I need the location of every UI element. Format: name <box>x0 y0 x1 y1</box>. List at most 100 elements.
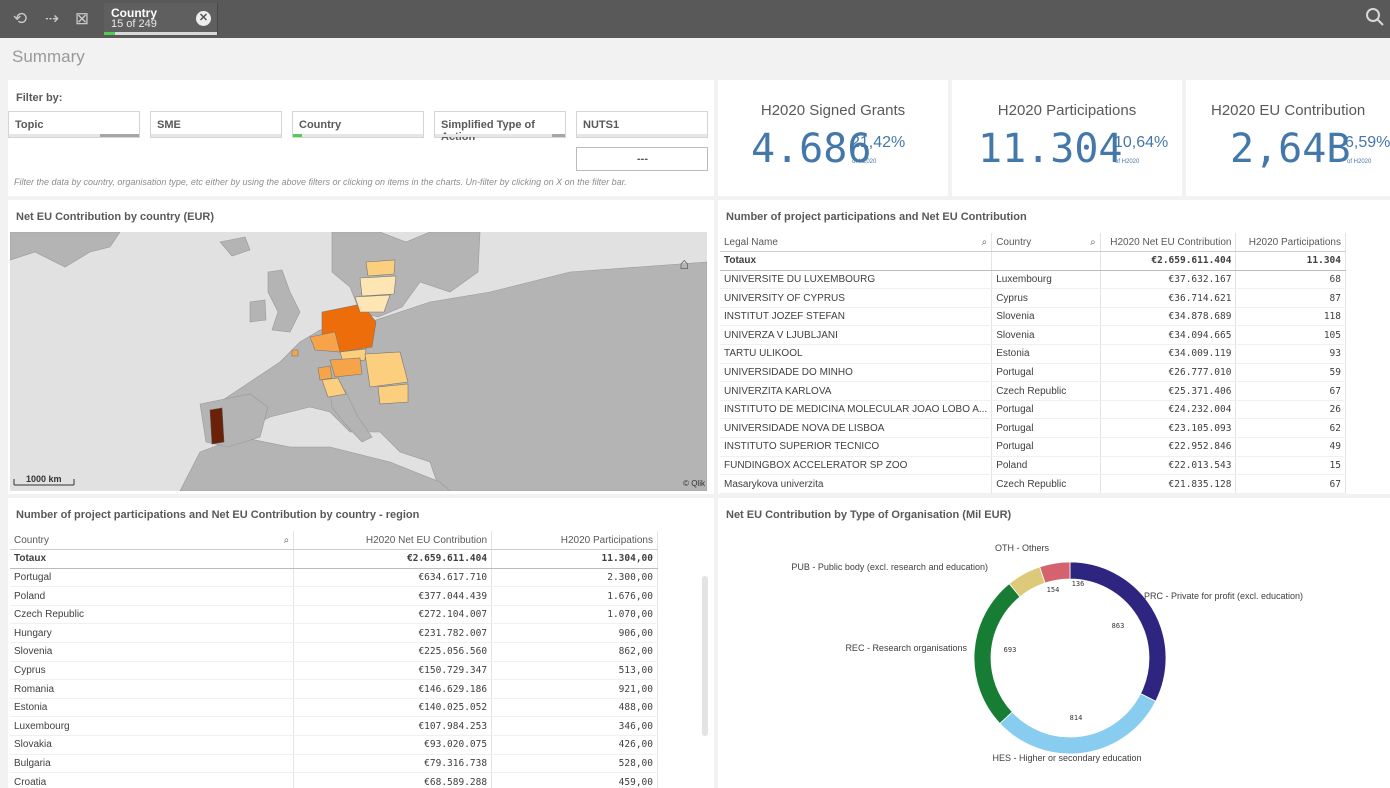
column-legal-name[interactable]: Legal Name ⌕ <box>720 233 993 253</box>
home-icon[interactable]: ⌂ <box>679 256 689 274</box>
legal-name-cell[interactable]: FUNDINGBOX ACCELERATOR SP ZOO <box>720 456 993 476</box>
table-row[interactable]: UNIVERSITY OF CYPRUS Cyprus €36.714.621 87 <box>720 288 1346 308</box>
column-net-eu-contribution[interactable]: H2020 Net EU Contribution <box>1100 233 1237 253</box>
donut-chart[interactable]: PRC - Private for profit (excl. educatio… <box>718 498 1390 788</box>
filter-nuts1[interactable]: NUTS1 <box>576 111 708 138</box>
country-cell[interactable]: Slovakia <box>10 735 295 755</box>
column-net-eu-contribution[interactable]: H2020 Net EU Contribution <box>293 531 493 551</box>
country-cell[interactable]: Portugal <box>991 437 1101 457</box>
legal-name-cell[interactable]: UNIVERSITE DU LUXEMBOURG <box>720 270 993 290</box>
table-row[interactable]: INSTITUTO DE MEDICINA MOLECULAR JOAO LOB… <box>720 400 1346 420</box>
country-cell[interactable]: Portugal <box>991 418 1101 439</box>
selection-chip-country[interactable]: Country 15 of 249 ✕ <box>104 3 218 35</box>
table-row[interactable]: Luxembourg €107.984.253 346,00 <box>10 716 658 737</box>
table-row[interactable]: INSTITUTO SUPERIOR TECNICO Portugal €22.95… <box>720 437 1346 457</box>
participations-cell: 459,00 <box>491 772 658 788</box>
country-cell[interactable]: Slovenia <box>991 307 1101 327</box>
country-cell[interactable]: Slovenia <box>10 642 295 662</box>
table-row[interactable]: Romania €146.629.186 921,00 <box>10 679 658 699</box>
table-row[interactable]: Slovakia €93.020.075 426,00 <box>10 735 658 755</box>
filter-country[interactable]: Country <box>292 111 424 138</box>
table-row[interactable]: Estonia €140.025.052 488,00 <box>10 698 658 718</box>
country-cell[interactable]: Czech Republic <box>991 474 1101 494</box>
country-cell[interactable]: Cyprus <box>10 661 295 681</box>
country-cell[interactable]: Luxembourg <box>991 270 1101 290</box>
table-row[interactable]: UNIVERZITA KARLOVA Czech Republic €25.371.… <box>720 381 1346 401</box>
search-icon[interactable] <box>1365 7 1387 29</box>
search-icon[interactable]: ⌕ <box>1090 237 1096 248</box>
search-icon[interactable]: ⌕ <box>982 237 988 248</box>
country-cell[interactable]: Croatia <box>10 772 295 788</box>
close-icon[interactable]: ✕ <box>196 11 211 26</box>
table-row[interactable]: Slovenia €225.056.560 862,00 <box>10 642 658 662</box>
kpi-eu-contribution[interactable]: H2020 EU Contribution 2,64B 6,59% of H20… <box>1186 80 1390 196</box>
legal-name-cell[interactable]: UNIVERZITA KARLOVA <box>720 381 993 401</box>
table-row[interactable]: Croatia €68.589.288 459,00 <box>10 772 658 788</box>
column-country[interactable]: Country ⌕ <box>991 233 1101 253</box>
country-cell[interactable]: Estonia <box>991 344 1101 364</box>
smart-search-back-icon[interactable]: ⟲ <box>8 8 32 30</box>
europe-map[interactable]: 1000 km © Qlik ⌂ <box>10 232 707 491</box>
donut-slice[interactable] <box>999 693 1157 755</box>
country-estonia <box>365 259 396 277</box>
table-row[interactable]: INSTITUT JOZEF STEFAN Slovenia €34.878.689… <box>720 307 1346 327</box>
country-cell[interactable]: Bulgaria <box>10 754 295 774</box>
table-row[interactable]: UNIVERZA V LJUBLJANI Slovenia €34.094.665 1… <box>720 325 1346 346</box>
country-cell[interactable]: Portugal <box>991 400 1101 420</box>
legal-name-cell[interactable]: UNIVERSIDADE DO MINHO <box>720 363 993 383</box>
country-cell[interactable]: Hungary <box>10 623 295 644</box>
country-cell[interactable]: Luxembourg <box>10 716 295 737</box>
table-row[interactable]: Hungary €231.782.007 906,00 <box>10 623 658 644</box>
country-cell[interactable]: Estonia <box>10 698 295 718</box>
kpi-participations[interactable]: H2020 Participations 11.304 10,64% of H2… <box>952 80 1182 196</box>
table-row[interactable]: FUNDINGBOX ACCELERATOR SP ZOO Poland €22.0… <box>720 456 1346 476</box>
filter-topic[interactable]: Topic <box>8 111 140 138</box>
column-participations[interactable]: H2020 Participations <box>491 531 658 551</box>
legal-name-cell[interactable]: Masarykova univerzita <box>720 474 993 494</box>
kpi-of-label: of H2020 <box>852 159 877 165</box>
scrollbar[interactable] <box>702 576 708 736</box>
filter-simplified-type-of-action[interactable]: Simplified Type of Action <box>434 111 566 143</box>
clear-selections-icon[interactable]: ⊠ <box>70 8 94 30</box>
table-row[interactable]: Masarykova univerzita Czech Republic €21.8… <box>720 474 1346 494</box>
table-row[interactable]: TARTU ULIKOOL Estonia €34.009.119 93 <box>720 344 1346 364</box>
country-cell[interactable]: Cyprus <box>991 288 1101 308</box>
country-cell[interactable]: Portugal <box>10 568 295 588</box>
table-row[interactable]: Portugal €634.617.710 2.300,00 <box>10 568 658 588</box>
column-participations[interactable]: H2020 Participations <box>1235 233 1346 253</box>
legal-name-cell[interactable]: INSTITUTO SUPERIOR TECNICO <box>720 437 993 457</box>
table-row[interactable]: UNIVERSITE DU LUXEMBOURG Luxembourg €37.63… <box>720 270 1346 290</box>
legal-name-cell[interactable]: UNIVERSIDADE NOVA DE LISBOA <box>720 418 993 439</box>
legal-name-cell[interactable]: UNIVERZA V LJUBLJANI <box>720 325 993 346</box>
country-cell[interactable]: Czech Republic <box>10 605 295 625</box>
table-row[interactable]: Czech Republic €272.104.007 1.070,00 <box>10 605 658 625</box>
country-cell[interactable]: Portugal <box>991 363 1101 383</box>
country-cell[interactable]: Poland <box>10 586 295 606</box>
donut-slice[interactable] <box>1039 561 1071 584</box>
table-row[interactable]: Poland €377.044.439 1.676,00 <box>10 586 658 606</box>
filter-more-button[interactable]: --- <box>576 147 708 171</box>
totals-label: Totaux <box>10 549 295 569</box>
country-cell[interactable]: Czech Republic <box>991 381 1101 401</box>
legal-name-cell[interactable]: UNIVERSITY OF CYPRUS <box>720 288 993 308</box>
country-cell[interactable]: Romania <box>10 679 295 699</box>
filter-sme[interactable]: SME <box>150 111 282 138</box>
step-forward-icon[interactable]: ⇢ <box>40 8 64 30</box>
table-row[interactable]: UNIVERSIDADE NOVA DE LISBOA Portugal €23.1… <box>720 418 1346 439</box>
table-row[interactable]: UNIVERSIDADE DO MINHO Portugal €26.777.010… <box>720 363 1346 383</box>
donut-slice[interactable] <box>1069 561 1167 702</box>
country-luxembourg <box>291 349 299 357</box>
contribution-cell: €377.044.439 <box>293 586 493 606</box>
legal-name-cell[interactable]: TARTU ULIKOOL <box>720 344 993 364</box>
legal-name-cell[interactable]: INSTITUTO DE MEDICINA MOLECULAR JOAO LOB… <box>720 400 993 420</box>
country-cell[interactable]: Slovenia <box>991 325 1101 346</box>
totals-participations: 11.304 <box>1235 251 1346 271</box>
column-country[interactable]: Country ⌕ <box>10 531 295 551</box>
legal-name-cell[interactable]: INSTITUT JOZEF STEFAN <box>720 307 993 327</box>
search-icon[interactable]: ⌕ <box>284 535 290 546</box>
table-row[interactable]: Bulgaria €79.316.738 528,00 <box>10 754 658 774</box>
country-cell[interactable]: Poland <box>991 456 1101 476</box>
slice-label: REC - Research organisations <box>845 643 967 653</box>
kpi-signed-grants[interactable]: H2020 Signed Grants 4.686 21,42% of H202… <box>718 80 948 196</box>
table-row[interactable]: Cyprus €150.729.347 513,00 <box>10 661 658 681</box>
